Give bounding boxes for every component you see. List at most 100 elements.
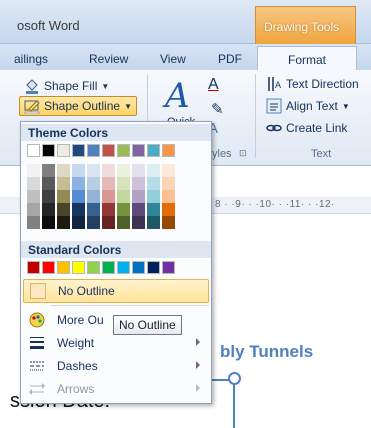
standard-color-swatch[interactable] <box>147 261 160 274</box>
contextual-tab-group: Drawing Tools <box>255 6 356 46</box>
link-icon <box>266 120 282 136</box>
theme-shade-swatch[interactable] <box>72 190 85 203</box>
shape-outline-menu: Theme Colors Standard Colors No Outline … <box>20 121 212 404</box>
shape-fill-label: Shape Fill <box>44 79 98 93</box>
theme-shade-swatch[interactable] <box>72 164 85 177</box>
dialog-launcher-icon[interactable]: ⊡ <box>239 148 247 159</box>
dashes-item[interactable]: Dashes <box>23 354 209 378</box>
theme-shade-swatch[interactable] <box>117 164 130 177</box>
theme-shade-swatch[interactable] <box>57 164 70 177</box>
theme-color-swatch[interactable] <box>162 144 175 157</box>
theme-color-swatch[interactable] <box>117 144 130 157</box>
theme-shade-swatch[interactable] <box>87 164 100 177</box>
theme-shade-swatch[interactable] <box>132 203 145 216</box>
theme-shade-swatch[interactable] <box>147 190 160 203</box>
theme-shade-swatch[interactable] <box>87 203 100 216</box>
tab-view[interactable]: View <box>160 52 186 66</box>
theme-shade-swatch[interactable] <box>72 203 85 216</box>
no-outline-item[interactable]: No Outline <box>23 279 209 303</box>
theme-color-swatch[interactable] <box>102 144 115 157</box>
chevron-down-icon: ▼ <box>124 101 132 111</box>
theme-shade-swatch[interactable] <box>147 216 160 229</box>
text-outline-icon[interactable]: ✎ <box>211 100 224 118</box>
standard-color-swatch[interactable] <box>162 261 175 274</box>
theme-colors-header: Theme Colors <box>21 124 211 141</box>
theme-shade-swatch[interactable] <box>132 164 145 177</box>
line-weight-icon <box>23 336 51 350</box>
theme-shade-swatch[interactable] <box>117 177 130 190</box>
standard-color-swatch[interactable] <box>132 261 145 274</box>
theme-shade-swatch[interactable] <box>162 177 175 190</box>
color-palette-icon <box>23 312 51 328</box>
theme-color-swatch[interactable] <box>42 144 55 157</box>
wordart-quick-styles-icon[interactable]: A <box>165 76 190 116</box>
theme-shade-swatch[interactable] <box>162 190 175 203</box>
theme-shade-swatch[interactable] <box>117 203 130 216</box>
text-fill-icon[interactable]: A <box>208 76 219 94</box>
theme-shade-swatch[interactable] <box>132 177 145 190</box>
theme-color-swatch[interactable] <box>72 144 85 157</box>
create-link-button[interactable]: Create Link <box>266 118 347 138</box>
tab-mailings[interactable]: ailings <box>14 52 48 66</box>
theme-shade-column <box>132 164 145 229</box>
theme-color-swatch[interactable] <box>132 144 145 157</box>
theme-shade-swatch[interactable] <box>87 190 100 203</box>
theme-shade-column <box>72 164 85 229</box>
theme-shade-swatch[interactable] <box>147 203 160 216</box>
tab-format[interactable]: Format <box>257 46 357 71</box>
theme-shade-swatch[interactable] <box>42 177 55 190</box>
standard-color-swatch[interactable] <box>27 261 40 274</box>
shape-fill-button[interactable]: Shape Fill ▼ <box>24 76 109 96</box>
theme-shade-swatch[interactable] <box>87 216 100 229</box>
theme-shade-swatch[interactable] <box>102 203 115 216</box>
theme-shade-swatch[interactable] <box>27 216 40 229</box>
theme-shade-swatch[interactable] <box>147 177 160 190</box>
theme-shade-swatch[interactable] <box>57 177 70 190</box>
theme-shade-swatch[interactable] <box>102 190 115 203</box>
standard-color-swatch[interactable] <box>42 261 55 274</box>
theme-shade-swatch[interactable] <box>102 164 115 177</box>
theme-shade-swatch[interactable] <box>102 177 115 190</box>
theme-shade-swatch[interactable] <box>132 216 145 229</box>
theme-shade-swatch[interactable] <box>42 164 55 177</box>
theme-shade-swatch[interactable] <box>102 216 115 229</box>
theme-shade-swatch[interactable] <box>162 203 175 216</box>
theme-shade-swatch[interactable] <box>162 216 175 229</box>
theme-shade-swatch[interactable] <box>117 216 130 229</box>
standard-color-swatch[interactable] <box>102 261 115 274</box>
theme-shade-swatch[interactable] <box>117 190 130 203</box>
standard-color-swatch[interactable] <box>72 261 85 274</box>
standard-color-swatch[interactable] <box>117 261 130 274</box>
theme-shade-swatch[interactable] <box>27 190 40 203</box>
theme-shade-swatch[interactable] <box>162 164 175 177</box>
theme-shade-swatch[interactable] <box>132 190 145 203</box>
theme-shade-swatch[interactable] <box>42 190 55 203</box>
standard-colors-header: Standard Colors <box>21 241 211 258</box>
theme-shade-swatch[interactable] <box>42 216 55 229</box>
theme-shade-swatch[interactable] <box>57 190 70 203</box>
theme-shade-swatch[interactable] <box>57 203 70 216</box>
theme-shade-swatch[interactable] <box>27 164 40 177</box>
theme-color-swatch[interactable] <box>27 144 40 157</box>
theme-shade-swatch[interactable] <box>72 177 85 190</box>
theme-shade-swatch[interactable] <box>72 216 85 229</box>
standard-color-swatch[interactable] <box>57 261 70 274</box>
theme-color-swatch[interactable] <box>57 144 70 157</box>
theme-shade-column <box>147 164 160 229</box>
tab-review[interactable]: Review <box>89 52 128 66</box>
theme-shade-swatch[interactable] <box>27 203 40 216</box>
theme-shade-swatch[interactable] <box>27 177 40 190</box>
shape-outline-button[interactable]: Shape Outline ▼ <box>19 96 137 116</box>
align-text-button[interactable]: Align Text ▼ <box>266 96 350 116</box>
connector-node[interactable] <box>228 372 241 385</box>
theme-shade-swatch[interactable] <box>87 177 100 190</box>
standard-color-swatch[interactable] <box>87 261 100 274</box>
connector-line <box>233 380 235 428</box>
theme-shade-swatch[interactable] <box>57 216 70 229</box>
text-direction-button[interactable]: A Text Direction <box>266 74 359 94</box>
theme-shade-swatch[interactable] <box>147 164 160 177</box>
theme-shade-swatch[interactable] <box>42 203 55 216</box>
theme-color-swatch[interactable] <box>147 144 160 157</box>
theme-color-swatch[interactable] <box>87 144 100 157</box>
tab-pdf[interactable]: PDF <box>218 52 242 66</box>
